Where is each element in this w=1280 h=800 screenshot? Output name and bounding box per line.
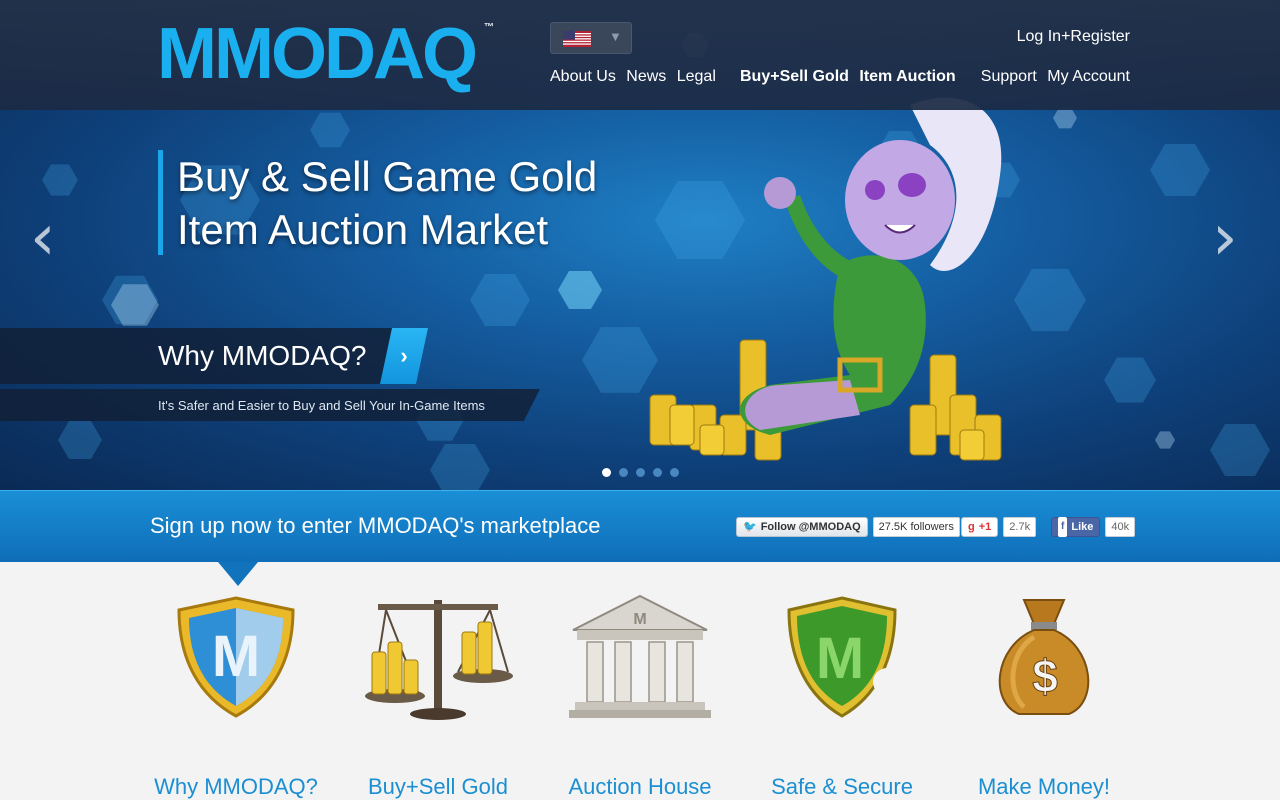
slider-prev-arrow-icon[interactable]: ‹ [30,206,70,270]
nav-support[interactable]: Support [981,68,1037,85]
slide-headline-line-1: Buy & Sell Game Gold [177,153,598,200]
feature-label-buy-sell-gold: Buy+Sell Gold [367,774,509,799]
slide-headline-line-2: Item Auction Market [177,206,549,253]
slider-pagination [602,468,679,477]
elf-character-illustration [649,97,1002,461]
feature-make-money[interactable]: $ Make Money! [944,592,1144,799]
twitter-follow-label: Follow @MMODAQ [760,521,861,533]
money-bag-icon: $ [998,599,1090,715]
facebook-like-label: Like [1071,521,1094,533]
login-register-link[interactable]: Log In+Register [1017,28,1130,46]
feature-label-auction-house: Auction House [568,774,712,799]
facebook-like-widget: f Like 40k [1051,517,1136,537]
twitter-follow-button[interactable]: 🐦 Follow @MMODAQ [736,517,868,537]
feature-safe-secure[interactable]: M Safe & Secure [742,592,942,799]
nav-about-us[interactable]: About Us [550,68,616,85]
scale-gold-icon [365,600,513,720]
nav-legal[interactable]: Legal [677,68,716,85]
feature-auction-house[interactable]: M Auction House [540,592,740,799]
why-mmodaq-subtitle-bar: It's Safer and Easier to Buy and Sell Yo… [0,389,540,421]
nav-my-account[interactable]: My Account [1047,68,1130,85]
why-mmodaq-banner[interactable]: Why MMODAQ? [0,328,395,384]
svg-text:$: $ [1032,650,1058,702]
nav-item-auction[interactable]: Item Auction [859,68,955,85]
trademark-symbol: ™ [484,22,494,33]
svg-text:M: M [816,626,864,691]
nav-primary: About Us News Legal [550,68,722,86]
auction-house-icon: M [569,594,711,718]
slider-dot-4[interactable] [653,468,662,477]
svg-text:M: M [212,624,260,689]
twitter-follow-widget: 🐦 Follow @MMODAQ 27.5K followers [736,517,960,537]
why-mmodaq-title: Why MMODAQ? [158,340,367,371]
google-plus-icon: g [968,521,975,533]
google-plus-count: 2.7k [1003,517,1037,537]
nav-account: Support My Account [981,68,1130,86]
google-plus-label: +1 [978,521,992,533]
feature-label-make-money: Make Money! [977,774,1111,799]
slide-headline: Buy & Sell Game Gold Item Auction Market [158,150,597,255]
nav-market: Buy+Sell Gold Item Auction [740,68,956,86]
facebook-icon: f [1058,517,1068,537]
slider-dot-1[interactable] [602,468,611,477]
twitter-follower-count: 27.5K followers [872,517,960,537]
twitter-bird-icon: 🐦 [743,521,757,533]
dropdown-arrow-icon: ▼ [609,29,622,44]
facebook-like-count: 40k [1105,517,1136,537]
signup-cta-text[interactable]: Sign up now to enter MMODAQ's marketplac… [150,513,601,539]
language-selector[interactable]: ▼ [550,22,632,54]
why-mmodaq-subtitle: It's Safer and Easier to Buy and Sell Yo… [158,398,485,413]
hero-slider: MMODAQ ™ ▼ Log In+Register About Us News… [0,0,1280,490]
green-shield-icon: M [787,596,901,718]
svg-text:M: M [633,611,646,628]
nav-news[interactable]: News [626,68,666,85]
feature-label-safe-secure: Safe & Secure [771,774,913,799]
shield-m-icon: M [177,596,295,718]
google-plus-widget: g +1 2.7k [961,517,1037,537]
slider-dot-3[interactable] [636,468,645,477]
google-plus-button[interactable]: g +1 [961,517,999,537]
feature-buy-sell-gold[interactable]: Buy+Sell Gold [338,592,538,799]
nav-buy-sell-gold[interactable]: Buy+Sell Gold [740,68,849,85]
site-logo[interactable]: MMODAQ [157,14,478,94]
slider-dot-5[interactable] [670,468,679,477]
facebook-like-button[interactable]: f Like [1051,517,1101,537]
feature-why-mmodaq[interactable]: M Why MMODAQ? [136,592,336,799]
cta-pointer-notch [218,562,258,586]
feature-label-why-mmodaq: Why MMODAQ? [154,774,318,799]
us-flag-icon [563,31,591,47]
features-section: M Why MMODAQ? Buy+Sell Gold M Auction Ho… [0,562,1280,800]
slider-dot-2[interactable] [619,468,628,477]
slider-next-arrow-icon[interactable]: › [1212,206,1252,270]
